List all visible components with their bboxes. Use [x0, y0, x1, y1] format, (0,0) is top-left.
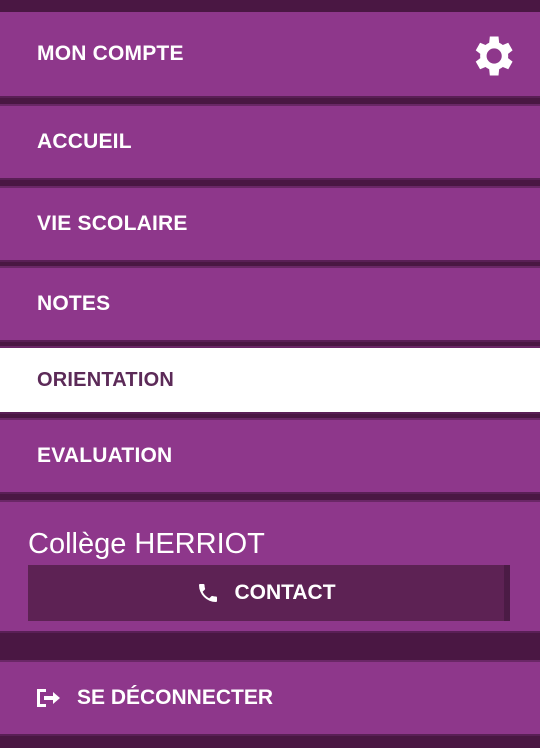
gear-icon[interactable] — [466, 30, 518, 82]
contact-label: CONTACT — [234, 581, 336, 604]
school-name: Collège HERRIOT — [28, 528, 265, 560]
menu-item-mon-compte[interactable]: MON COMPTE — [0, 12, 540, 98]
logout-icon — [37, 689, 60, 707]
menu-item-orientation[interactable]: ORIENTATION — [0, 346, 540, 414]
menu-item-label: NOTES — [37, 292, 111, 315]
menu-item-label: MON COMPTE — [37, 42, 184, 65]
school-info-panel: Collège HERRIOT CONTACT — [0, 500, 540, 633]
menu-item-label: ACCUEIL — [37, 130, 132, 153]
phone-icon — [199, 584, 218, 602]
menu-item-evaluation[interactable]: EVALUATION — [0, 418, 540, 494]
menu-item-notes[interactable]: NOTES — [0, 266, 540, 342]
logout-button[interactable]: SE DÉCONNECTER — [0, 660, 540, 736]
menu-item-accueil[interactable]: ACCUEIL — [0, 104, 540, 180]
menu-item-label: VIE SCOLAIRE — [37, 212, 188, 235]
menu-item-vie-scolaire[interactable]: VIE SCOLAIRE — [0, 186, 540, 262]
sidebar-menu: MON COMPTE ACCUEIL VIE SCOLAIRE NOTES OR… — [0, 0, 540, 748]
menu-item-label: EVALUATION — [37, 444, 173, 467]
contact-button[interactable]: CONTACT — [28, 565, 510, 621]
menu-item-label: ORIENTATION — [37, 368, 175, 391]
logout-label: SE DÉCONNECTER — [77, 686, 274, 709]
